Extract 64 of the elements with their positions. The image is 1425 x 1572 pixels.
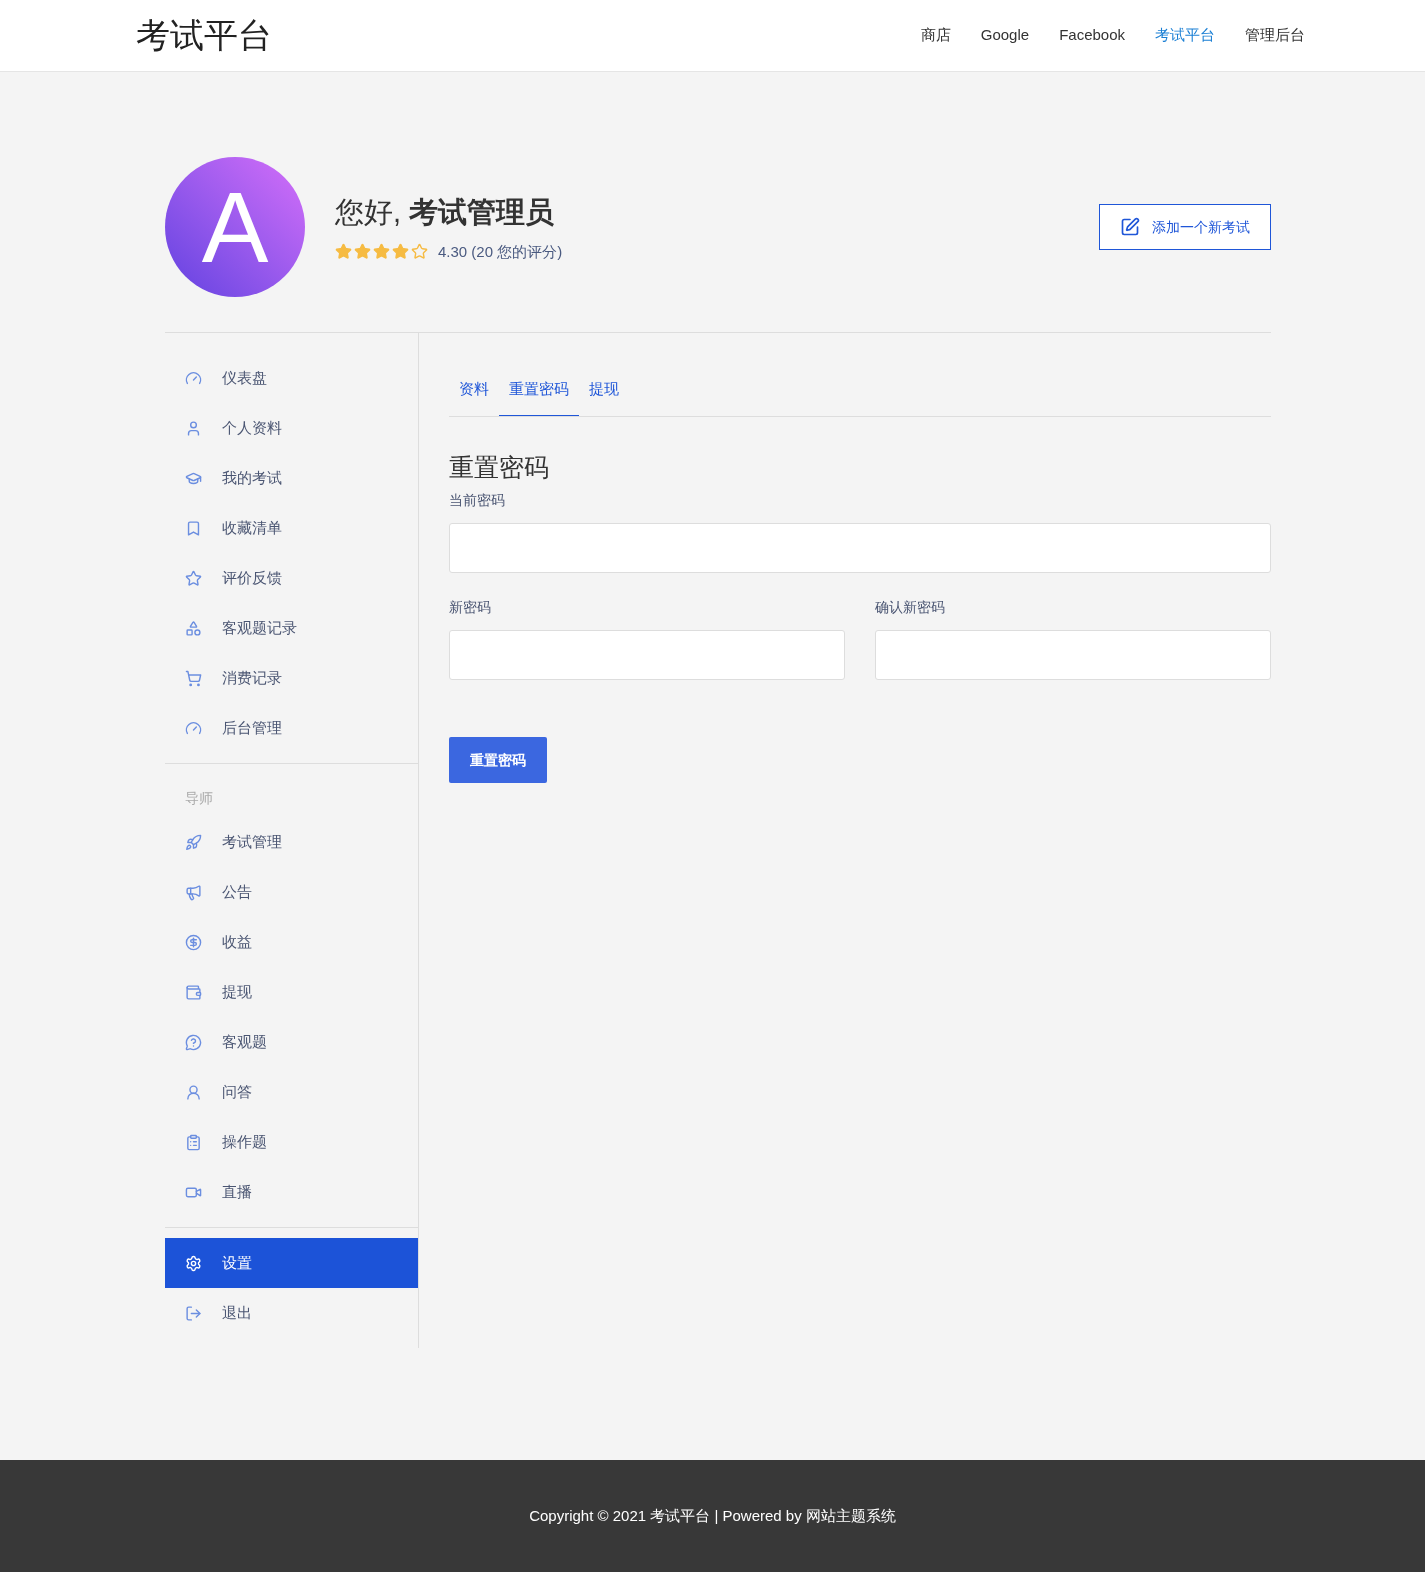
user-name: 考试管理员 — [409, 196, 555, 228]
sidebar-item[interactable]: 评价反馈 — [165, 553, 418, 603]
wallet-icon — [185, 983, 202, 1001]
add-exam-button[interactable]: 添加一个新考试 — [1099, 204, 1271, 250]
field-label: 新密码 — [449, 598, 492, 617]
tab[interactable]: 资料 — [449, 378, 499, 416]
site-logo[interactable]: 考试平台 — [136, 10, 272, 61]
sidebar-item[interactable]: 直播 — [165, 1167, 418, 1217]
password-field[interactable] — [449, 523, 1271, 573]
star-icon — [392, 243, 409, 261]
field-label: 当前密码 — [449, 491, 506, 510]
star-icon — [373, 243, 390, 261]
logout-icon — [185, 1304, 202, 1322]
avatar: A — [165, 157, 305, 297]
rocket-icon — [185, 833, 202, 851]
gauge-icon — [185, 369, 202, 387]
star-icon — [185, 569, 202, 587]
sidebar-item[interactable]: 公告 — [165, 867, 418, 917]
nav-link[interactable]: 商店 — [920, 24, 951, 47]
tab[interactable]: 提现 — [579, 378, 629, 416]
sidebar-item[interactable]: 退出 — [165, 1288, 418, 1338]
greeting: 您好, — [335, 196, 402, 228]
bookmark-icon — [185, 519, 202, 537]
password-field[interactable] — [449, 630, 845, 680]
star-icon — [335, 243, 352, 261]
reset-password-button[interactable]: 重置密码 — [449, 737, 547, 783]
sidebar-item[interactable]: 问答 — [165, 1067, 418, 1117]
sidebar-item[interactable]: 后台管理 — [165, 703, 418, 753]
gauge-icon — [185, 719, 202, 737]
section-heading: 导师 — [184, 789, 214, 808]
form-title: 重置密码 — [449, 451, 550, 483]
sidebar-item[interactable]: 设置 — [165, 1238, 418, 1288]
nav-link[interactable]: 考试平台 — [1155, 24, 1215, 47]
sidebar-item[interactable]: 消费记录 — [165, 653, 418, 703]
sidebar-item[interactable]: 个人资料 — [165, 403, 418, 453]
megaphone-icon — [185, 883, 202, 901]
sidebar-item[interactable]: 客观题 — [165, 1017, 418, 1067]
settings-icon — [185, 1254, 202, 1272]
sidebar-item[interactable]: 收藏清单 — [165, 503, 418, 553]
sidebar-item[interactable]: 仪表盘 — [165, 353, 418, 403]
edit-icon — [1120, 217, 1140, 237]
sidebar-item[interactable]: 我的考试 — [165, 453, 418, 503]
sidebar-item[interactable]: 考试管理 — [165, 817, 418, 867]
star-icon — [411, 243, 428, 261]
shapes-icon — [185, 619, 202, 637]
sidebar-item[interactable]: 客观题记录 — [165, 603, 418, 653]
person-icon — [185, 1083, 202, 1101]
rating-text: 4.30 (20 您的评分) — [438, 241, 563, 262]
cart-icon — [185, 669, 202, 687]
nav-link[interactable]: Google — [980, 24, 1030, 47]
tab[interactable]: 重置密码 — [499, 378, 579, 416]
question-bubble-icon — [185, 1033, 202, 1051]
dollar-coin-icon — [185, 933, 202, 951]
copyright-text: Copyright © 2021 考试平台 | Powered by 网站主题系统 — [529, 1505, 896, 1526]
nav-link[interactable]: 管理后台 — [1245, 24, 1305, 47]
sidebar-item[interactable]: 提现 — [165, 967, 418, 1017]
field-label: 确认新密码 — [875, 598, 946, 617]
nav-link[interactable]: Facebook — [1059, 24, 1125, 47]
user-icon — [185, 419, 202, 437]
checklist-icon — [185, 1133, 202, 1151]
password-field[interactable] — [875, 630, 1271, 680]
sidebar-item[interactable]: 操作题 — [165, 1117, 418, 1167]
star-icon — [354, 243, 371, 261]
sidebar-item[interactable]: 收益 — [165, 917, 418, 967]
